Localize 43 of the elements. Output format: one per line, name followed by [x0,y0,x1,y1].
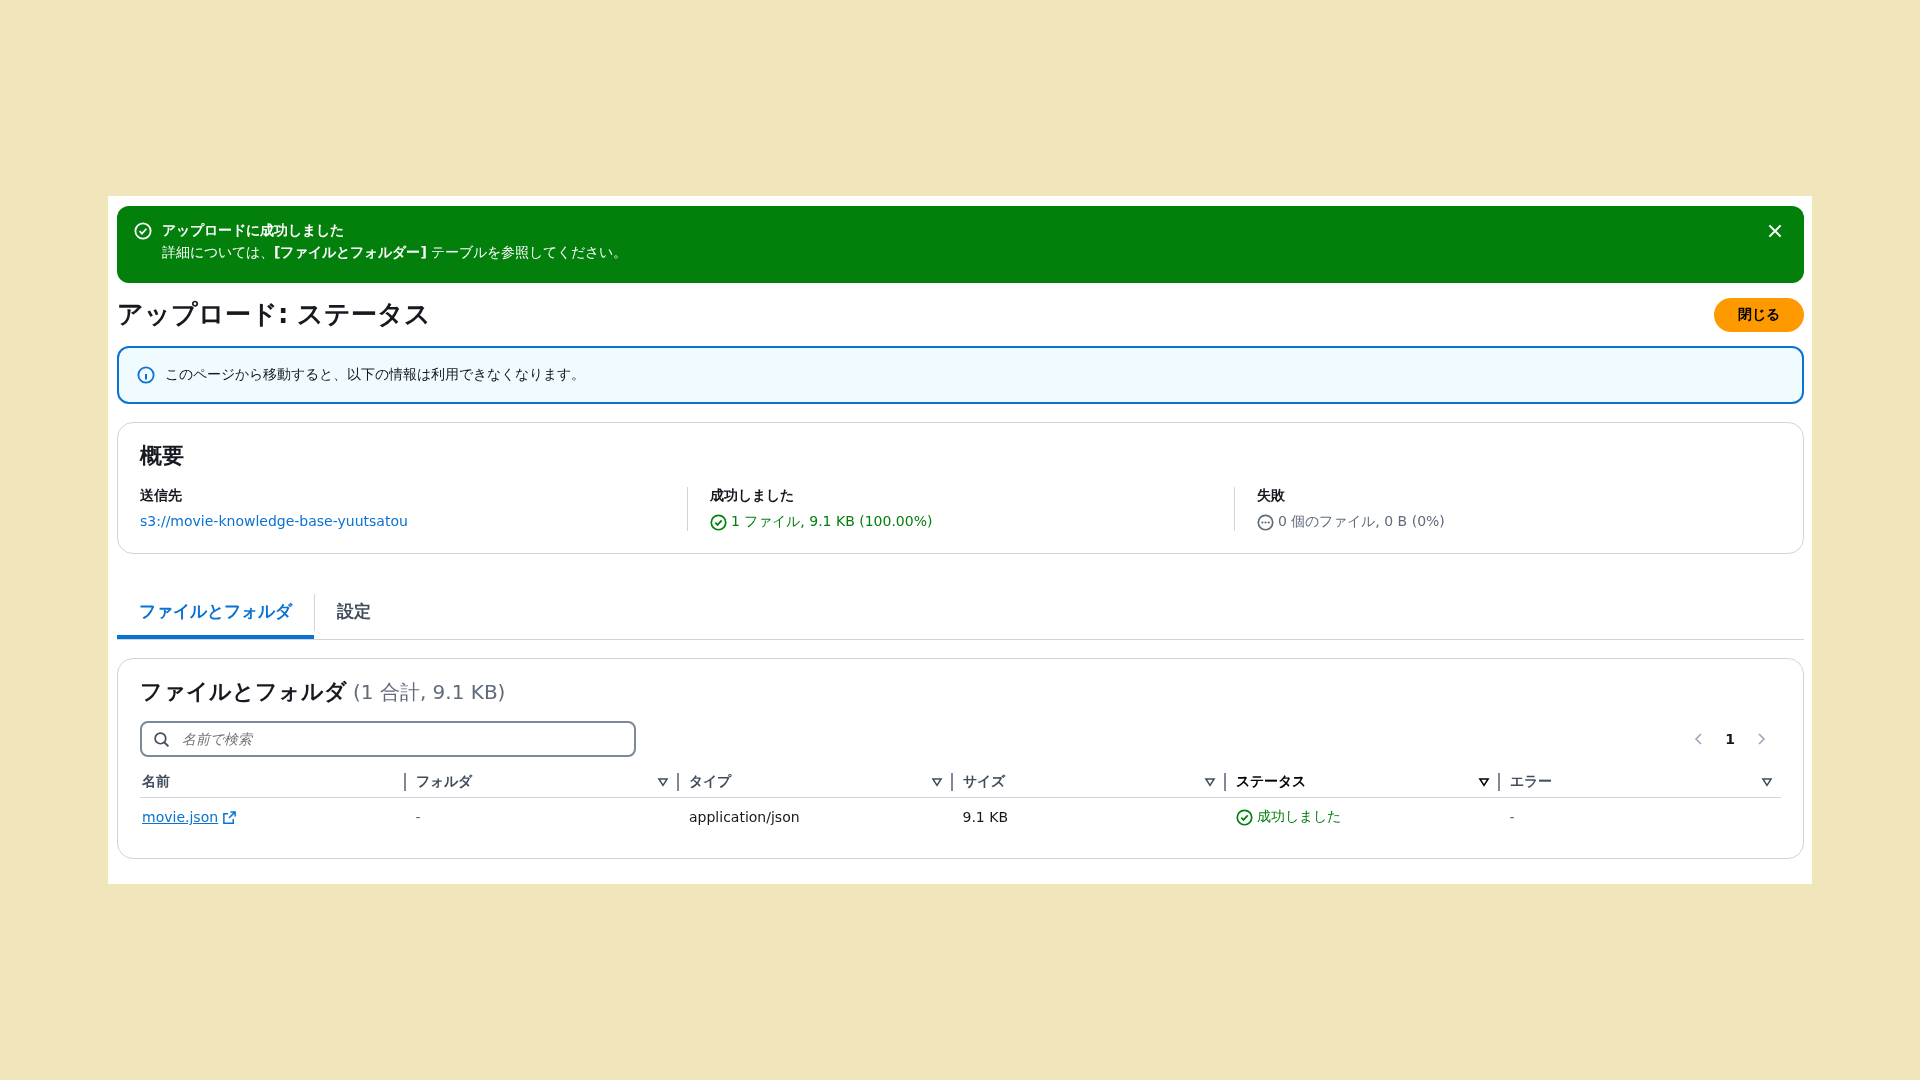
tab[interactable]: ファイルとフォルダ [117,590,314,639]
check-circle-icon [710,513,727,531]
summary-value: 1 ファイル, 9.1 KB (100.00%) [731,513,933,531]
summary-value: 0 個のファイル, 0 B (0%) [1278,513,1445,531]
check-circle-icon [1236,808,1253,826]
info-message: このページから移動すると、以下の情報は利用できなくなります。 [165,366,585,384]
check-circle-icon [134,222,152,240]
table-cell: - [415,809,421,825]
file-link[interactable]: movie.json [142,809,219,825]
filter-triangle-icon[interactable] [1477,776,1490,788]
table-cell: application/json [689,809,800,825]
filter-triangle-icon[interactable] [1761,776,1773,788]
destination-link[interactable]: s3://movie-knowledge-base-yuutsatou [140,513,665,529]
table-cell: - [1509,809,1515,825]
ellipsis-circle-icon [1257,513,1274,531]
page-title: アップロード: ステータス [117,298,432,331]
search-icon [153,731,170,748]
flash-message: 詳細については、[ファイルとフォルダー] テーブルを参照してください。 [162,244,629,262]
item-count: (1 合計, 9.1 KB) [353,679,506,706]
filter-triangle-icon[interactable] [1204,776,1216,788]
info-icon [137,366,155,384]
section-title: ファイルとフォルダ [140,678,347,706]
table-cell: 9.1 KB [962,809,1008,825]
summary-label: 失敗 [1257,487,1286,505]
status-text: 成功しました [1257,808,1341,826]
filter-triangle-icon[interactable] [930,776,943,788]
column-header[interactable]: タイプ [689,773,731,791]
tab[interactable]: 設定 [315,590,393,639]
column-header[interactable]: サイズ [962,773,1005,791]
filter-triangle-icon[interactable] [657,776,669,788]
summary-label: 送信先 [140,487,183,505]
column-header[interactable]: エラー [1509,773,1552,791]
column-header[interactable]: フォルダ [415,773,472,791]
section-title: 概要 [140,442,185,470]
flash-title: アップロードに成功しました [162,222,345,240]
search-field[interactable]: 名前で検索 [140,721,636,757]
column-header[interactable]: ステータス [1236,773,1306,791]
close-button[interactable]: 閉じる [1714,297,1804,332]
external-link-icon [222,809,238,825]
page-number[interactable]: 1 [1725,731,1735,747]
summary-label: 成功しました [710,487,795,505]
close-icon[interactable] [1766,222,1784,240]
column-header[interactable]: 名前 [142,773,170,791]
